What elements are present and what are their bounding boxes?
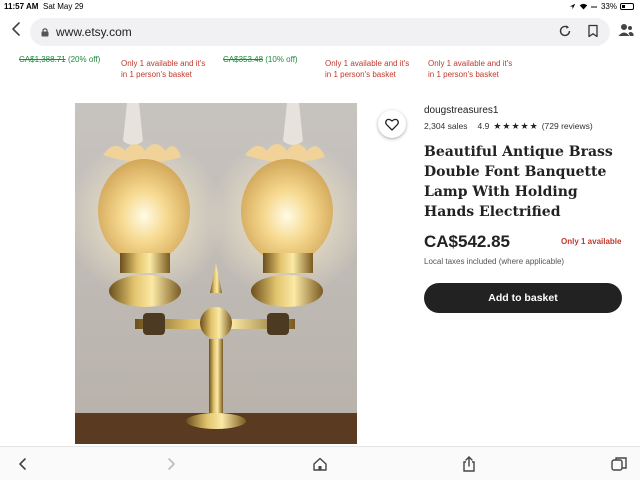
- star-icon: ★: [493, 120, 502, 131]
- back-icon: [12, 22, 20, 36]
- battery-percentage: 33%: [600, 2, 617, 11]
- bookmark-icon[interactable]: [586, 24, 600, 38]
- address-bar[interactable]: www.etsy.com: [30, 18, 610, 46]
- product-price: CA$542.85: [424, 232, 511, 251]
- battery-icon: [620, 3, 634, 10]
- back-button[interactable]: [8, 22, 24, 40]
- old-price: CA$353.48: [223, 55, 264, 64]
- related-listing-3[interactable]: CA$353.48 (10% off): [223, 54, 298, 65]
- star-icon: ★: [520, 120, 529, 131]
- reload-icon[interactable]: [558, 24, 572, 38]
- rating-stars: ★ ★ ★ ★ ★: [493, 120, 538, 131]
- shop-stats: 2,304 sales 4.9 ★ ★ ★ ★ ★ (729 reviews): [424, 121, 593, 131]
- location-icon: [569, 3, 576, 10]
- availability-line: Only 1 available and it's: [428, 59, 513, 68]
- discount-label: (20% off): [67, 55, 101, 64]
- favorite-button[interactable]: [378, 110, 406, 138]
- shop-name-link[interactable]: dougstreasures1: [424, 105, 499, 116]
- back-icon[interactable]: [14, 455, 32, 473]
- star-icon: ★: [529, 120, 538, 131]
- availability-badge: Only 1 available: [561, 237, 622, 246]
- discount-label: (10% off): [265, 55, 298, 64]
- status-time: 11:57 AM: [4, 2, 39, 11]
- browser-bar: www.etsy.com: [0, 16, 640, 48]
- related-listing-2[interactable]: Only 1 available and it's in 1 person's …: [121, 58, 205, 80]
- related-listing-1[interactable]: CA$1,388.71 (20% off): [19, 54, 100, 65]
- availability-line: in 1 person's basket: [428, 70, 499, 79]
- old-price: CA$1,388.71: [19, 55, 66, 64]
- availability-line: Only 1 available and it's: [121, 59, 206, 68]
- lock-icon: [41, 28, 49, 37]
- review-count-link[interactable]: (729 reviews): [542, 121, 593, 131]
- bottom-toolbar: [0, 446, 640, 480]
- url-text: www.etsy.com: [56, 25, 132, 39]
- availability-line: Only 1 available and it's: [325, 59, 410, 68]
- add-to-basket-button[interactable]: Add to basket: [424, 283, 622, 313]
- tax-note: Local taxes included (where applicable): [424, 257, 565, 266]
- related-listing-4[interactable]: Only 1 available and it's in 1 person's …: [325, 58, 409, 80]
- rating-value: 4.9: [477, 121, 490, 131]
- home-icon[interactable]: [311, 455, 329, 473]
- product-image[interactable]: [75, 103, 357, 444]
- star-icon: ★: [511, 120, 520, 131]
- account-icon[interactable]: [618, 22, 634, 38]
- status-indicators: 33%: [569, 2, 634, 11]
- lamp-photo: [75, 103, 357, 444]
- share-icon[interactable]: [460, 455, 478, 473]
- forward-icon[interactable]: [162, 455, 180, 473]
- heart-icon: [385, 118, 399, 131]
- status-date: Sat May 29: [43, 2, 84, 11]
- related-listing-5[interactable]: Only 1 available and it's in 1 person's …: [428, 58, 512, 80]
- tabs-icon[interactable]: [610, 455, 628, 473]
- status-bar: 11:57 AM Sat May 29 33%: [0, 0, 640, 14]
- sales-count: 2,304 sales: [424, 121, 468, 131]
- availability-line: in 1 person's basket: [325, 70, 396, 79]
- wifi-icon: [579, 3, 588, 10]
- signal-icon: [590, 6, 597, 7]
- product-title: Beautiful Antique Brass Double Font Banq…: [424, 144, 613, 220]
- availability-line: in 1 person's basket: [121, 70, 192, 79]
- star-icon: ★: [502, 120, 511, 131]
- battery-fill: [622, 5, 625, 8]
